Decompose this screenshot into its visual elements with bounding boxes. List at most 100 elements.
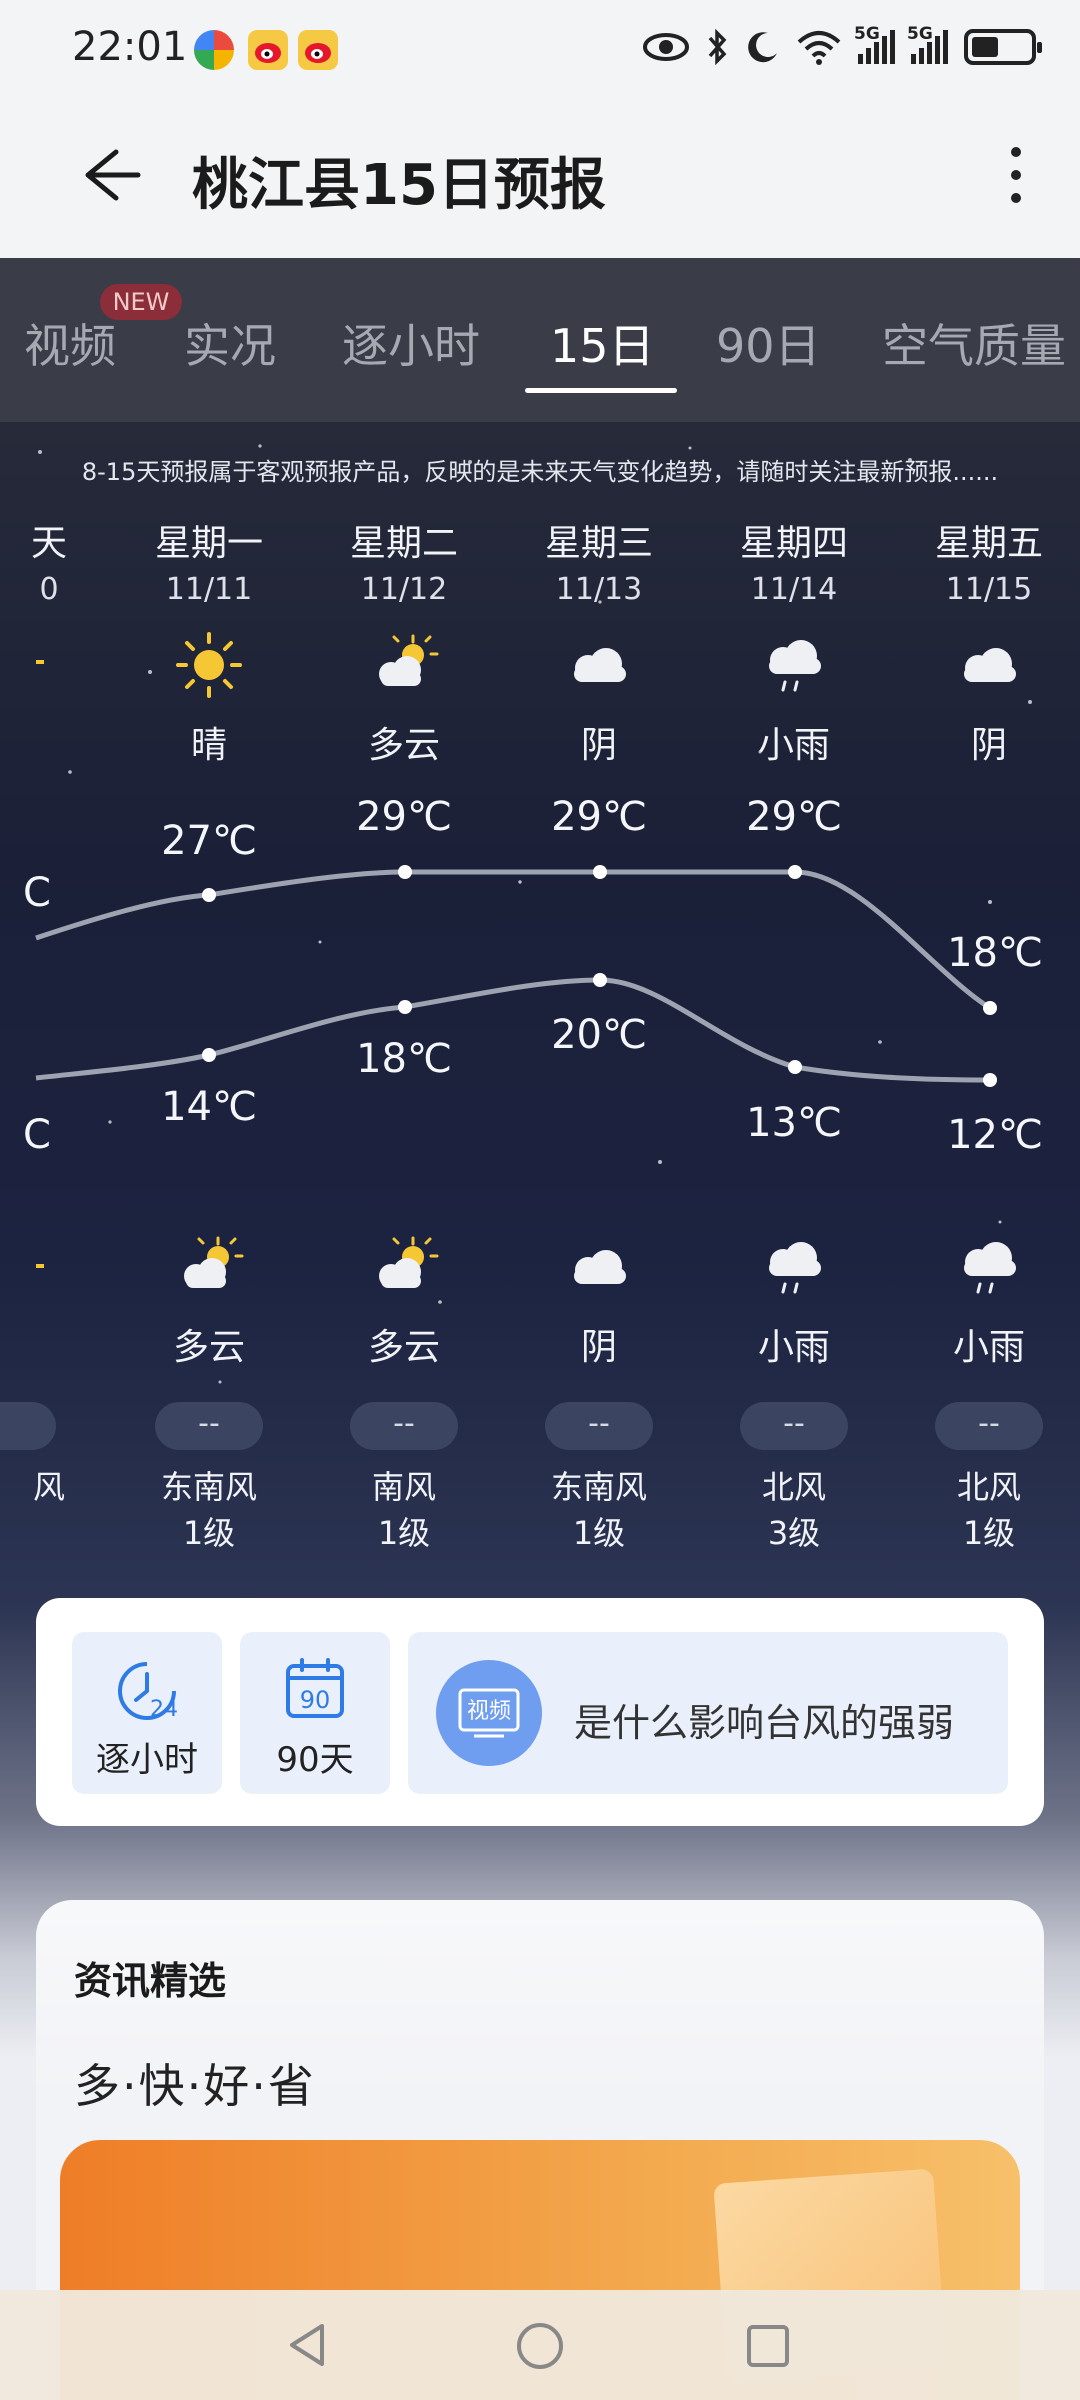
wind-direction: 北风 [956, 1468, 1021, 1506]
low-temp: 12℃ [947, 1112, 1043, 1158]
wind-level: 1级 [572, 1514, 626, 1552]
partly-cloudy-icon [309, 1232, 499, 1302]
tab-live[interactable]: 实况 [184, 310, 276, 376]
status-bar: 22:01 5G 5G [0, 0, 1080, 100]
aqi-pill: -- [350, 1402, 458, 1450]
eye-icon [643, 33, 689, 61]
weibo-icon [298, 30, 338, 70]
tab-15day[interactable]: 15日 [550, 310, 655, 376]
aqi-pill: -- [155, 1402, 263, 1450]
day-condition: 阴 [580, 725, 617, 766]
cloudy-icon [504, 630, 694, 700]
day-of-week: 星期一 [154, 523, 263, 564]
high-temp-point [202, 888, 216, 902]
low-temp-point [983, 1073, 997, 1087]
tab-video[interactable]: 视频 [24, 310, 116, 376]
partly-cloudy-icon [309, 630, 499, 700]
low-temp: 20℃ [551, 1012, 647, 1058]
sunny-icon [114, 630, 304, 700]
day-of-week: 星期四 [739, 523, 848, 564]
video-play-icon: 视频 [436, 1660, 542, 1766]
svg-text:视频: 视频 [467, 1699, 511, 1724]
tab-hourly[interactable]: 逐小时 [342, 310, 480, 376]
aqi-pill: -- [545, 1402, 653, 1450]
ninety-day-button[interactable]: 90 90天 [240, 1632, 390, 1794]
quick-links-card: 24 逐小时 90 90天 视频 是什么影响台风的强弱 [36, 1598, 1044, 1826]
cloudy-icon [894, 630, 1080, 700]
nav-back-icon[interactable] [282, 2320, 332, 2370]
wind-level: 1级 [182, 1514, 236, 1552]
date-label: 11/14 [750, 572, 838, 607]
day-condition: 晴 [190, 725, 227, 766]
aqi-pill [0, 1402, 56, 1450]
weibo-icon [248, 30, 288, 70]
hourly-forecast-button[interactable]: 24 逐小时 [72, 1632, 222, 1794]
moon-icon [748, 32, 777, 63]
low-temp: 13℃ [746, 1100, 842, 1146]
light-rain-icon [699, 630, 889, 700]
status-icons: 5G 5G [642, 24, 1042, 66]
day-condition: 阴 [970, 725, 1007, 766]
high-temp: 29℃ [356, 794, 452, 840]
wind-direction: 东南风 [160, 1468, 257, 1506]
light-rain-icon [894, 1232, 1080, 1302]
more-options-icon[interactable] [996, 140, 1036, 210]
aqi-pill: -- [935, 1402, 1043, 1450]
notification-app-icon [194, 30, 234, 70]
svg-text:90: 90 [300, 1686, 331, 1714]
ninety-day-label: 90天 [276, 1740, 354, 1780]
partly-cloudy-icon [36, 1264, 44, 1268]
day-condition: 多云 [367, 725, 440, 766]
light-rain-icon [699, 1232, 889, 1302]
date-label: 11/15 [945, 572, 1033, 607]
night-condition: 小雨 [757, 1327, 830, 1368]
tab-bar: 视频 NEW 实况 逐小时 15日 90日 空气质量 [0, 258, 1080, 422]
news-section-subtitle: 多·快·好·省 [74, 2059, 316, 2113]
high-temp: 29℃ [551, 794, 647, 840]
night-condition: 多云 [367, 1327, 440, 1368]
aqi-pill: -- [740, 1402, 848, 1450]
signal-icon: 5G [907, 24, 948, 64]
night-condition: 小雨 [952, 1327, 1025, 1368]
low-temp-point [593, 973, 607, 987]
tab-90day[interactable]: 90日 [716, 310, 821, 376]
date-label: 11/13 [555, 572, 643, 607]
high-temp-point [788, 865, 802, 879]
high-temp: 27℃ [161, 818, 257, 864]
nav-home-icon[interactable] [514, 2320, 566, 2372]
wind-direction: 北风 [761, 1468, 826, 1506]
battery-icon [964, 29, 1042, 65]
bluetooth-icon [708, 28, 727, 66]
high-temp: 18℃ [947, 930, 1043, 976]
title-bar: 桃江县15日预报 [0, 118, 1080, 228]
sunny-icon [36, 660, 44, 664]
status-time: 22:01 [72, 24, 188, 70]
video-link[interactable]: 视频 是什么影响台风的强弱 [408, 1632, 1008, 1794]
low-temp-point [202, 1048, 216, 1062]
day-of-week: 星期五 [934, 523, 1043, 564]
clock-24-icon: 24 [118, 1662, 178, 1722]
partly-cloudy-icon [114, 1232, 304, 1302]
signal-icon: 5G [854, 24, 895, 64]
top-area: 22:01 5G 5G 桃江县15日预报 [0, 0, 1080, 258]
low-temp: 14℃ [161, 1084, 257, 1130]
calendar-90-icon: 90 [286, 1658, 344, 1718]
hourly-forecast-label: 逐小时 [96, 1740, 198, 1780]
day-of-week: 星期三 [544, 523, 653, 564]
tab-air-quality[interactable]: 空气质量 [882, 310, 1066, 376]
active-tab-indicator [525, 388, 677, 393]
nav-recents-icon[interactable] [744, 2322, 792, 2370]
wind-level: 1级 [962, 1514, 1016, 1552]
low-temp-point [788, 1060, 802, 1074]
wind-level: 3级 [767, 1514, 821, 1552]
cloudy-icon [504, 1232, 694, 1302]
video-title: 是什么影响台风的强弱 [574, 1701, 955, 1745]
day-of-week: 星期二 [349, 523, 458, 564]
low-temp: 18℃ [356, 1036, 452, 1082]
day-condition: 小雨 [757, 725, 830, 766]
wind-level: 1级 [377, 1514, 431, 1552]
back-arrow-icon[interactable] [72, 140, 142, 210]
high-temp-point [983, 1001, 997, 1015]
night-condition: 多云 [172, 1327, 245, 1368]
high-temp-point [593, 865, 607, 879]
